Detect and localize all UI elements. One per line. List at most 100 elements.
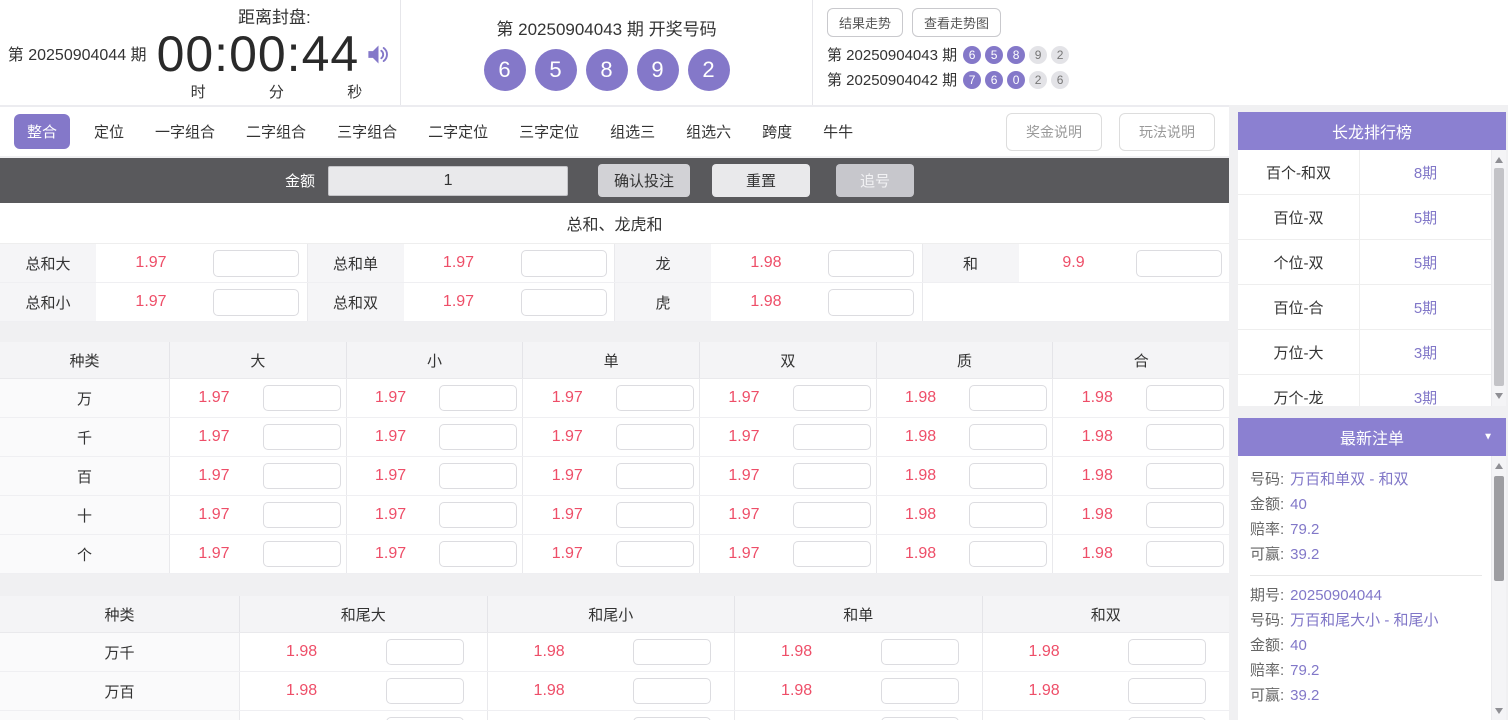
bet-amount-input[interactable] xyxy=(213,289,299,316)
row-label: 个 xyxy=(0,535,170,573)
bet-amount-input[interactable] xyxy=(828,289,914,316)
history-ball: 7 xyxy=(963,71,981,89)
bet-amount-input[interactable] xyxy=(263,541,341,567)
odds-value: 1.97 xyxy=(700,467,788,485)
bet-amount-input[interactable] xyxy=(969,385,1047,411)
bet-amount-input[interactable] xyxy=(616,463,694,489)
bet-amount-input[interactable] xyxy=(633,639,711,665)
tab-item[interactable]: 整合 xyxy=(14,114,70,149)
scroll-up-icon[interactable] xyxy=(1492,458,1506,474)
bet-amount-input[interactable] xyxy=(1146,463,1224,489)
bet-amount-input[interactable] xyxy=(793,502,871,528)
dragon-rank-row[interactable]: 百个-和双8期 xyxy=(1238,150,1491,195)
odds-value: 1.97 xyxy=(523,506,611,524)
bet-amount-input[interactable] xyxy=(881,678,959,704)
dragon-rank-row[interactable]: 个位-双5期 xyxy=(1238,240,1491,285)
bet-amount-input[interactable] xyxy=(969,541,1047,567)
tab-item[interactable]: 二字定位 xyxy=(428,114,488,149)
bet-amount-input[interactable] xyxy=(793,385,871,411)
bet-cell: 1.98 xyxy=(877,457,1054,495)
tab-item[interactable]: 牛牛 xyxy=(823,114,853,149)
field-value: 万百和单双 - 和双 xyxy=(1290,467,1408,492)
dragon-rank-row[interactable]: 百位-合5期 xyxy=(1238,285,1491,330)
dragon-scrollbar[interactable] xyxy=(1491,150,1506,406)
trend-button[interactable]: 结果走势 xyxy=(827,8,903,37)
bet-cell: 1.98 xyxy=(983,633,1230,671)
chase-number-button[interactable]: 追号 xyxy=(836,164,914,197)
bet-amount-input[interactable] xyxy=(633,678,711,704)
table-header: 种类大小单双质合 xyxy=(0,342,1229,379)
reset-button[interactable]: 重置 xyxy=(712,164,810,197)
bet-amount-input[interactable] xyxy=(969,502,1047,528)
dragon-rank-row[interactable]: 万个-龙3期 xyxy=(1238,375,1491,406)
help-button[interactable]: 玩法说明 xyxy=(1119,113,1215,151)
trend-button[interactable]: 查看走势图 xyxy=(912,8,1001,37)
dragon-rank-row[interactable]: 万位-大3期 xyxy=(1238,330,1491,375)
tab-item[interactable]: 组选六 xyxy=(686,114,731,149)
help-button[interactable]: 奖金说明 xyxy=(1006,113,1102,151)
tab-item[interactable]: 二字组合 xyxy=(246,114,306,149)
dragon-count: 5期 xyxy=(1360,285,1491,329)
bet-cell: 1.97 xyxy=(170,418,347,456)
bet-amount-input[interactable] xyxy=(1146,502,1224,528)
bet-amount-input[interactable] xyxy=(439,424,517,450)
tab-item[interactable]: 一字组合 xyxy=(155,114,215,149)
bet-amount-input[interactable] xyxy=(263,424,341,450)
scroll-down-icon[interactable] xyxy=(1492,388,1506,404)
latest-scrollbar[interactable] xyxy=(1491,456,1506,720)
bet-amount-input[interactable] xyxy=(521,250,607,277)
collapse-caret-icon[interactable]: ▼ xyxy=(1483,432,1493,443)
bet-amount-input[interactable] xyxy=(969,424,1047,450)
bet-amount-input[interactable] xyxy=(263,502,341,528)
bet-amount-input[interactable] xyxy=(616,502,694,528)
tab-item[interactable]: 三字定位 xyxy=(519,114,579,149)
row-label: 千 xyxy=(0,418,170,456)
bet-cell: 1.98 xyxy=(488,672,736,710)
bet-amount-input[interactable] xyxy=(439,502,517,528)
amount-input[interactable] xyxy=(328,166,568,196)
scroll-up-icon[interactable] xyxy=(1492,152,1506,168)
bet-amount-input[interactable] xyxy=(213,250,299,277)
bet-amount-input[interactable] xyxy=(1146,541,1224,567)
bet-amount-input[interactable] xyxy=(1128,639,1206,665)
tab-item[interactable]: 三字组合 xyxy=(337,114,397,149)
bet-amount-input[interactable] xyxy=(263,385,341,411)
scroll-down-icon[interactable] xyxy=(1492,703,1506,719)
bet-amount-input[interactable] xyxy=(386,678,464,704)
bet-amount-input[interactable] xyxy=(439,541,517,567)
bet-cell: 1.97 xyxy=(700,379,877,417)
scrollbar-thumb[interactable] xyxy=(1494,476,1504,581)
latest-bets-panel: 最新注单 ▼ 号码:万百和单双 - 和双金额:40赔率:79.2可赢:39.2期… xyxy=(1238,418,1506,720)
bet-amount-input[interactable] xyxy=(828,250,914,277)
tab-item[interactable]: 定位 xyxy=(94,114,124,149)
bet-amount-input[interactable] xyxy=(386,639,464,665)
bet-amount-input[interactable] xyxy=(969,463,1047,489)
unit-second: 秒 xyxy=(347,81,362,102)
bet-amount-input[interactable] xyxy=(793,424,871,450)
bet-amount-input[interactable] xyxy=(616,385,694,411)
latest-bets-list: 号码:万百和单双 - 和双金额:40赔率:79.2可赢:39.2期号:20250… xyxy=(1238,456,1506,720)
speaker-icon[interactable] xyxy=(365,41,392,68)
bet-amount-input[interactable] xyxy=(616,424,694,450)
trend-buttons: 结果走势查看走势图 xyxy=(827,8,1508,37)
column-header: 和双 xyxy=(983,596,1230,632)
bet-amount-input[interactable] xyxy=(1146,424,1224,450)
scrollbar-thumb[interactable] xyxy=(1494,168,1504,386)
odds-value: 1.97 xyxy=(170,428,258,446)
odds-value: 1.97 xyxy=(523,428,611,446)
tab-item[interactable]: 跨度 xyxy=(762,114,792,149)
bet-amount-input[interactable] xyxy=(263,463,341,489)
dragon-rank-row[interactable]: 百位-双5期 xyxy=(1238,195,1491,240)
bet-amount-input[interactable] xyxy=(1128,678,1206,704)
bet-amount-input[interactable] xyxy=(793,463,871,489)
tab-item[interactable]: 组选三 xyxy=(610,114,655,149)
bet-amount-input[interactable] xyxy=(616,541,694,567)
bet-amount-input[interactable] xyxy=(439,463,517,489)
confirm-bet-button[interactable]: 确认投注 xyxy=(598,164,690,197)
bet-amount-input[interactable] xyxy=(521,289,607,316)
bet-amount-input[interactable] xyxy=(793,541,871,567)
bet-amount-input[interactable] xyxy=(439,385,517,411)
bet-amount-input[interactable] xyxy=(1136,250,1222,277)
bet-amount-input[interactable] xyxy=(1146,385,1224,411)
bet-amount-input[interactable] xyxy=(881,639,959,665)
